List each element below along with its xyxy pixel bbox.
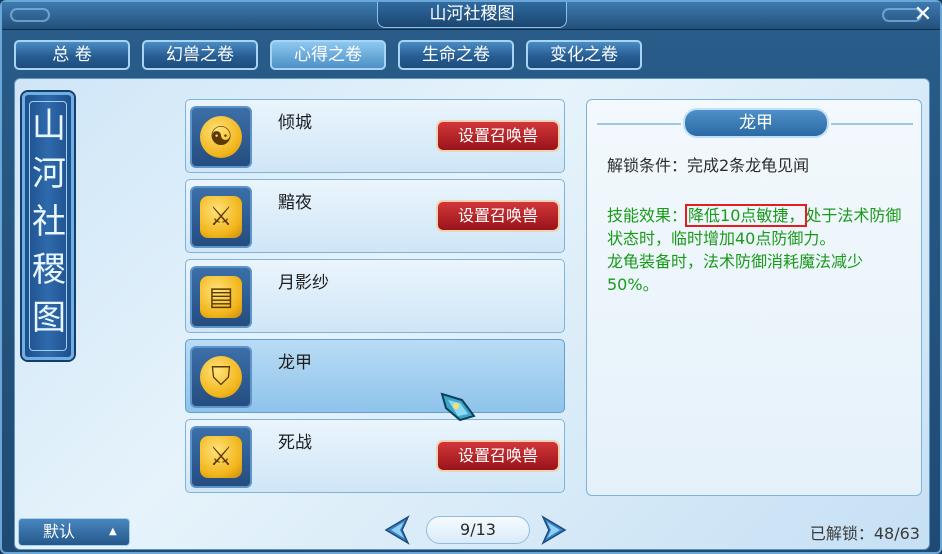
- list-item-longjia[interactable]: ⛉ 龙甲: [185, 339, 565, 413]
- set-summon-button[interactable]: 设置召唤兽: [436, 120, 560, 152]
- default-sort-button[interactable]: 默认 ▲: [18, 518, 130, 546]
- banner-char: 山: [32, 106, 66, 146]
- skill-name: 黯夜: [278, 193, 312, 213]
- default-label: 默认: [43, 522, 76, 541]
- set-summon-button[interactable]: 设置召唤兽: [436, 200, 560, 232]
- shanhe-sheji-window: 山河社稷图 ✕ 总 卷 幻兽之卷 心得之卷 生命之卷 变化之卷 山 河 社 稷 …: [0, 0, 942, 554]
- list-item-yueyingsha[interactable]: ▤ 月影纱: [185, 259, 565, 333]
- tab-transform-volume[interactable]: 变化之卷: [526, 40, 642, 70]
- tab-insight-volume[interactable]: 心得之卷: [270, 40, 386, 70]
- banner-char: 图: [32, 298, 66, 338]
- title-ornament-line: [831, 123, 913, 125]
- list-item-qingcheng[interactable]: ☯ 倾城 设置召唤兽: [185, 99, 565, 173]
- shield-icon: ⛉: [200, 356, 242, 398]
- effect-label: 技能效果：: [607, 206, 688, 225]
- tab-all-volumes[interactable]: 总 卷: [14, 40, 130, 70]
- title-ornament-line: [597, 123, 681, 125]
- vertical-title-banner: 山 河 社 稷 图: [22, 92, 74, 360]
- unlock-condition: 解锁条件：完成2条龙龟见闻: [607, 156, 810, 175]
- effect-highlight: 降低10点敏捷，: [685, 204, 808, 227]
- list-item-sizhan[interactable]: ⚔ 死战 设置召唤兽: [185, 419, 565, 493]
- set-summon-button[interactable]: 设置召唤兽: [436, 440, 560, 472]
- sword-icon: ⚔: [200, 196, 242, 238]
- skill-icon-frame: ⚔: [190, 186, 252, 248]
- prev-page-arrow-icon[interactable]: [382, 514, 412, 546]
- title-bar: 山河社稷图 ✕: [2, 2, 940, 30]
- gem-cursor-icon: [440, 392, 476, 422]
- close-button[interactable]: ✕: [912, 4, 934, 26]
- tab-life-volume[interactable]: 生命之卷: [398, 40, 514, 70]
- skill-icon-frame: ⛉: [190, 346, 252, 408]
- skill-name: 月影纱: [278, 273, 329, 293]
- skill-icon-frame: ☯: [190, 106, 252, 168]
- banner-char: 河: [32, 154, 66, 194]
- sword-icon: ⚔: [200, 436, 242, 478]
- yin-yang-icon: ☯: [200, 116, 242, 158]
- chest-icon: ▤: [200, 276, 242, 318]
- cloud-ornament-icon: [10, 8, 50, 22]
- skill-name: 倾城: [278, 113, 312, 133]
- page-indicator: 9/13: [426, 516, 530, 544]
- skill-name: 死战: [278, 433, 312, 453]
- detail-title: 龙甲: [683, 108, 829, 138]
- tab-beast-volume[interactable]: 幻兽之卷: [142, 40, 258, 70]
- banner-char: 社: [32, 202, 66, 242]
- skill-effect: 技能效果：降低10点敏捷，处于法术防御状态时，临时增加40点防御力。 龙龟装备时…: [607, 204, 907, 296]
- list-item-anye[interactable]: ⚔ 黯夜 设置召唤兽: [185, 179, 565, 253]
- next-page-arrow-icon[interactable]: [539, 514, 569, 546]
- skill-icon-frame: ⚔: [190, 426, 252, 488]
- unlocked-count: 已解锁：48/63: [809, 524, 920, 543]
- window-title: 山河社稷图: [377, 2, 567, 28]
- triangle-up-icon: ▲: [109, 526, 117, 537]
- skill-detail-panel: 龙甲 解锁条件：完成2条龙龟见闻 技能效果：降低10点敏捷，处于法术防御状态时，…: [586, 99, 922, 496]
- skill-name: 龙甲: [278, 353, 312, 373]
- effect-text-line2: 龙龟装备时，法术防御消耗魔法减少50%。: [607, 252, 864, 294]
- skill-icon-frame: ▤: [190, 266, 252, 328]
- banner-char: 稷: [32, 250, 66, 290]
